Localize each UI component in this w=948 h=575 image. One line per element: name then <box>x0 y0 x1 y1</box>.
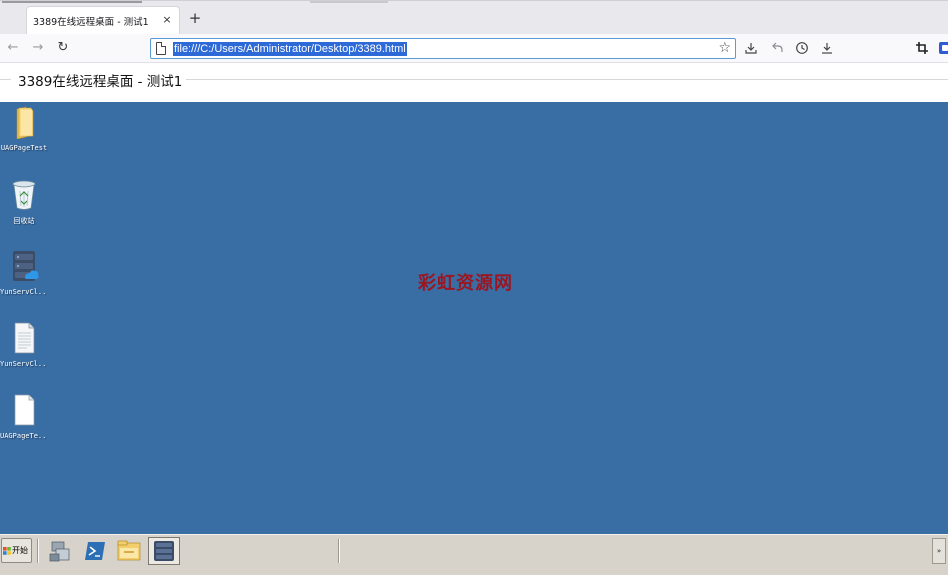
bookmark-star-icon[interactable]: ☆ <box>718 40 731 57</box>
page-icon <box>156 42 166 55</box>
page-title: 3389在线远程桌面 - 测试1 <box>18 74 183 90</box>
browser-tab[interactable]: 3389在线远程桌面 - 测试1 × <box>26 6 180 34</box>
tab-close-icon[interactable]: × <box>161 13 173 27</box>
windows-flag-icon <box>3 546 11 555</box>
screenshot-icon[interactable] <box>744 41 758 55</box>
undo-icon[interactable] <box>770 41 784 55</box>
desktop-icon-recycle-bin[interactable]: 回收站 <box>0 177 48 226</box>
page-header: 3389在线远程桌面 - 测试1 <box>0 63 948 102</box>
download-icon[interactable] <box>820 41 834 55</box>
tray-expand-button[interactable]: » <box>932 538 946 564</box>
reload-button[interactable]: ↻ <box>55 40 71 56</box>
remote-taskbar: 开始 » <box>0 534 948 575</box>
extension-icon[interactable] <box>938 41 948 55</box>
file-explorer-icon[interactable] <box>115 538 143 564</box>
desktop-icon-label: YunServCl... <box>0 288 48 296</box>
desktop-icon-label: UAGPageTest <box>0 144 48 152</box>
document-icon <box>14 322 35 354</box>
navigation-bar: ← → ↻ file:///C:/Users/Administrator/Des… <box>0 34 948 63</box>
taskbar-separator <box>338 539 340 563</box>
desktop-icon-uagpagete-file[interactable]: UAGPageTe... <box>0 393 48 440</box>
new-tab-button[interactable]: + <box>187 10 203 26</box>
desktop-icon-label: 回收站 <box>13 217 35 225</box>
server-manager-icon[interactable] <box>46 538 74 564</box>
back-button[interactable]: ← <box>5 40 21 56</box>
powershell-icon[interactable] <box>81 538 109 564</box>
url-text[interactable]: file:///C:/Users/Administrator/Desktop/3… <box>173 42 407 56</box>
header-rule <box>186 79 948 80</box>
tab-strip-accent <box>310 1 388 3</box>
desktop-icon-yunservcl-app[interactable]: YunServCl... <box>0 249 48 296</box>
taskbar-active-app[interactable] <box>148 537 180 565</box>
server-cloud-icon <box>154 541 174 561</box>
folder-icon <box>16 106 34 140</box>
desktop-icon-uagpagetest-folder[interactable]: UAGPageTest <box>0 105 48 152</box>
desktop-icon-yunservcl-document[interactable]: YunServCl... <box>0 321 48 368</box>
crop-icon[interactable] <box>915 41 929 55</box>
start-button[interactable]: 开始 <box>1 538 32 563</box>
desktop-icon-label: YunServCl... <box>0 360 48 368</box>
recycle-bin-icon <box>12 180 36 210</box>
server-cloud-icon <box>13 251 39 281</box>
forward-button[interactable]: → <box>30 40 46 56</box>
taskbar-separator <box>37 539 39 563</box>
tab-strip: 3389在线远程桌面 - 测试1 × + <box>0 0 948 34</box>
address-bar[interactable]: file:///C:/Users/Administrator/Desktop/3… <box>150 38 736 59</box>
desktop-icon-label: UAGPageTe... <box>0 432 48 440</box>
watermark-text: 彩虹资源网 <box>418 273 513 294</box>
remote-desktop[interactable]: UAGPageTest 回收站 YunServCl... YunServCl..… <box>0 102 948 534</box>
start-label: 开始 <box>12 546 28 555</box>
blank-file-icon <box>14 394 35 426</box>
tab-title: 3389在线远程桌面 - 测试1 <box>33 16 149 28</box>
history-clock-icon[interactable] <box>795 41 809 55</box>
tab-strip-accent <box>2 1 142 3</box>
header-rule <box>0 79 11 80</box>
